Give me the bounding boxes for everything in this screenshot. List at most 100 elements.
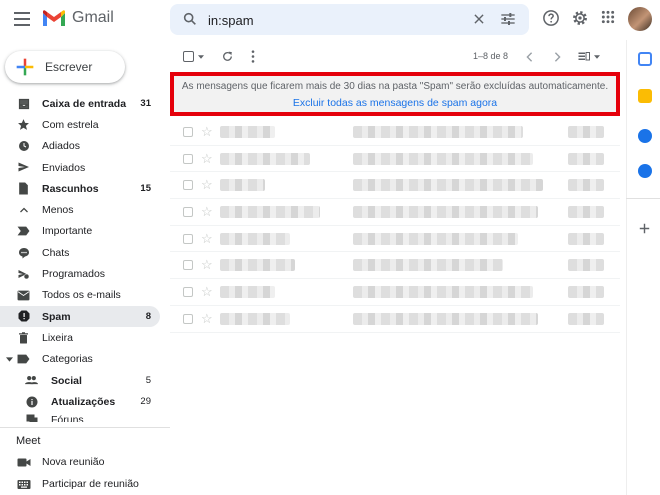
contacts-icon[interactable] <box>638 164 652 178</box>
sidebar-item-label: Categorias <box>42 353 93 366</box>
sidebar-item-label: Caixa de entrada <box>42 97 127 110</box>
sidebar-item-label: Importante <box>42 225 93 238</box>
apps-grid-icon[interactable] <box>600 9 616 25</box>
sidebar-item-trash[interactable]: Lixeira <box>0 327 160 348</box>
refresh-icon[interactable] <box>221 50 234 63</box>
compose-button[interactable]: Escrever <box>5 51 125 83</box>
sidebar-item-inbox[interactable]: Caixa de entrada 31 <box>0 93 160 114</box>
add-addon-icon[interactable] <box>639 223 650 234</box>
sidebar-item-spam[interactable]: Spam 8 <box>0 305 160 328</box>
forum-icon <box>25 413 38 423</box>
sidebar-item-scheduled[interactable]: Programados <box>0 263 160 284</box>
empty-spam-link[interactable]: Excluir todas as mensagens de spam agora <box>174 97 616 109</box>
star-outline-icon[interactable]: ☆ <box>201 124 213 140</box>
join-meeting-label: Participar de reunião <box>42 478 139 490</box>
redacted-subject <box>353 286 533 299</box>
row-checkbox[interactable] <box>183 233 193 244</box>
redacted-subject <box>353 152 533 165</box>
sidebar-item-forums[interactable]: Fóruns <box>0 412 160 423</box>
email-row[interactable]: ☆ <box>170 199 620 226</box>
sidebar-item-starred[interactable]: Com estrela <box>0 114 160 135</box>
redacted-sender <box>220 179 265 192</box>
redacted-sender <box>220 152 310 165</box>
sidebar-item-updates[interactable]: Atualizações 29 <box>0 391 160 412</box>
star-outline-icon[interactable]: ☆ <box>201 231 213 247</box>
email-row[interactable]: ☆ <box>170 306 620 333</box>
compose-label: Escrever <box>45 60 93 74</box>
sidebar-item-drafts[interactable]: Rascunhos 15 <box>0 178 160 199</box>
chevron-right-icon[interactable] <box>554 52 561 62</box>
search-icon[interactable] <box>182 11 198 27</box>
star-outline-icon[interactable]: ☆ <box>201 257 213 273</box>
sidebar-item-chats[interactable]: Chats <box>0 242 160 263</box>
sidebar-item-all-mail[interactable]: Todos os e-mails <box>0 285 160 306</box>
row-checkbox[interactable] <box>183 260 193 271</box>
star-outline-icon[interactable]: ☆ <box>201 177 213 193</box>
main-menu-icon[interactable] <box>14 12 30 26</box>
select-all-checkbox[interactable] <box>183 51 194 62</box>
redacted-date <box>568 232 604 245</box>
spam-icon <box>17 310 30 323</box>
star-outline-icon[interactable]: ☆ <box>201 151 213 167</box>
sidebar-item-categories[interactable]: Categorias <box>0 349 160 370</box>
row-checkbox[interactable] <box>183 287 193 298</box>
split-pane-dropdown-icon[interactable] <box>594 55 600 59</box>
row-checkbox[interactable] <box>183 313 193 324</box>
redacted-date <box>568 206 604 219</box>
email-row[interactable]: ☆ <box>170 252 620 280</box>
chevron-left-icon[interactable] <box>526 52 533 62</box>
join-meeting-button[interactable]: Participar de reunião <box>0 474 170 494</box>
redacted-subject <box>353 312 538 325</box>
star-outline-icon[interactable]: ☆ <box>201 284 213 300</box>
new-meeting-button[interactable]: Nova reunião <box>0 452 170 472</box>
gmail-logo[interactable]: Gmail <box>42 9 114 27</box>
scheduled-icon <box>17 267 30 280</box>
close-icon[interactable] <box>472 12 486 26</box>
email-row[interactable]: ☆ <box>170 172 620 200</box>
row-checkbox[interactable] <box>183 153 193 164</box>
search-input[interactable] <box>208 10 428 30</box>
row-checkbox[interactable] <box>183 207 193 218</box>
help-icon[interactable] <box>542 9 560 27</box>
sidebar-item-label: Todos os e-mails <box>42 289 121 302</box>
sidebar-item-snoozed[interactable]: Adiados <box>0 136 160 157</box>
keep-icon[interactable] <box>638 89 652 103</box>
calendar-icon[interactable] <box>638 52 652 66</box>
row-checkbox[interactable] <box>183 180 193 191</box>
new-meeting-label: Nova reunião <box>42 456 105 468</box>
email-row[interactable]: ☆ <box>170 146 620 173</box>
redacted-sender <box>220 206 320 219</box>
star-outline-icon[interactable]: ☆ <box>201 311 213 327</box>
search-bar[interactable] <box>170 4 529 35</box>
meet-divider <box>0 427 170 428</box>
settings-gear-icon[interactable] <box>571 9 589 27</box>
row-checkbox[interactable] <box>183 127 193 137</box>
email-row[interactable]: ☆ <box>170 226 620 253</box>
email-row[interactable]: ☆ <box>170 279 620 306</box>
sidebar-item-sent[interactable]: Enviados <box>0 157 160 178</box>
sidebar-item-social[interactable]: Social 5 <box>0 370 160 391</box>
send-icon <box>17 161 30 174</box>
more-options-icon[interactable] <box>251 50 255 63</box>
tasks-icon[interactable] <box>638 129 652 143</box>
chevron-up-icon <box>17 203 30 216</box>
app-name: Gmail <box>72 9 114 26</box>
important-icon <box>17 225 30 238</box>
sidebar-item-label: Spam <box>42 310 71 323</box>
redacted-subject <box>353 232 518 245</box>
select-dropdown-icon[interactable] <box>198 55 204 59</box>
account-avatar[interactable] <box>628 7 652 31</box>
keyboard-icon <box>17 479 31 489</box>
star-outline-icon[interactable]: ☆ <box>201 204 213 220</box>
list-toolbar: 1–8 de 8 <box>170 44 620 70</box>
split-pane-icon[interactable] <box>578 51 590 63</box>
caret-down-icon[interactable] <box>5 353 13 366</box>
email-row[interactable]: ☆ <box>170 119 620 146</box>
spam-count: 8 <box>145 311 151 323</box>
search-options-icon[interactable] <box>500 12 516 26</box>
side-panel-rail <box>626 40 660 495</box>
draft-count: 15 <box>140 183 151 195</box>
sidebar-nav: Caixa de entrada 31 Com estrela Adiados … <box>0 93 170 423</box>
sidebar-item-less[interactable]: Menos <box>0 199 160 220</box>
sidebar-item-important[interactable]: Importante <box>0 221 160 242</box>
